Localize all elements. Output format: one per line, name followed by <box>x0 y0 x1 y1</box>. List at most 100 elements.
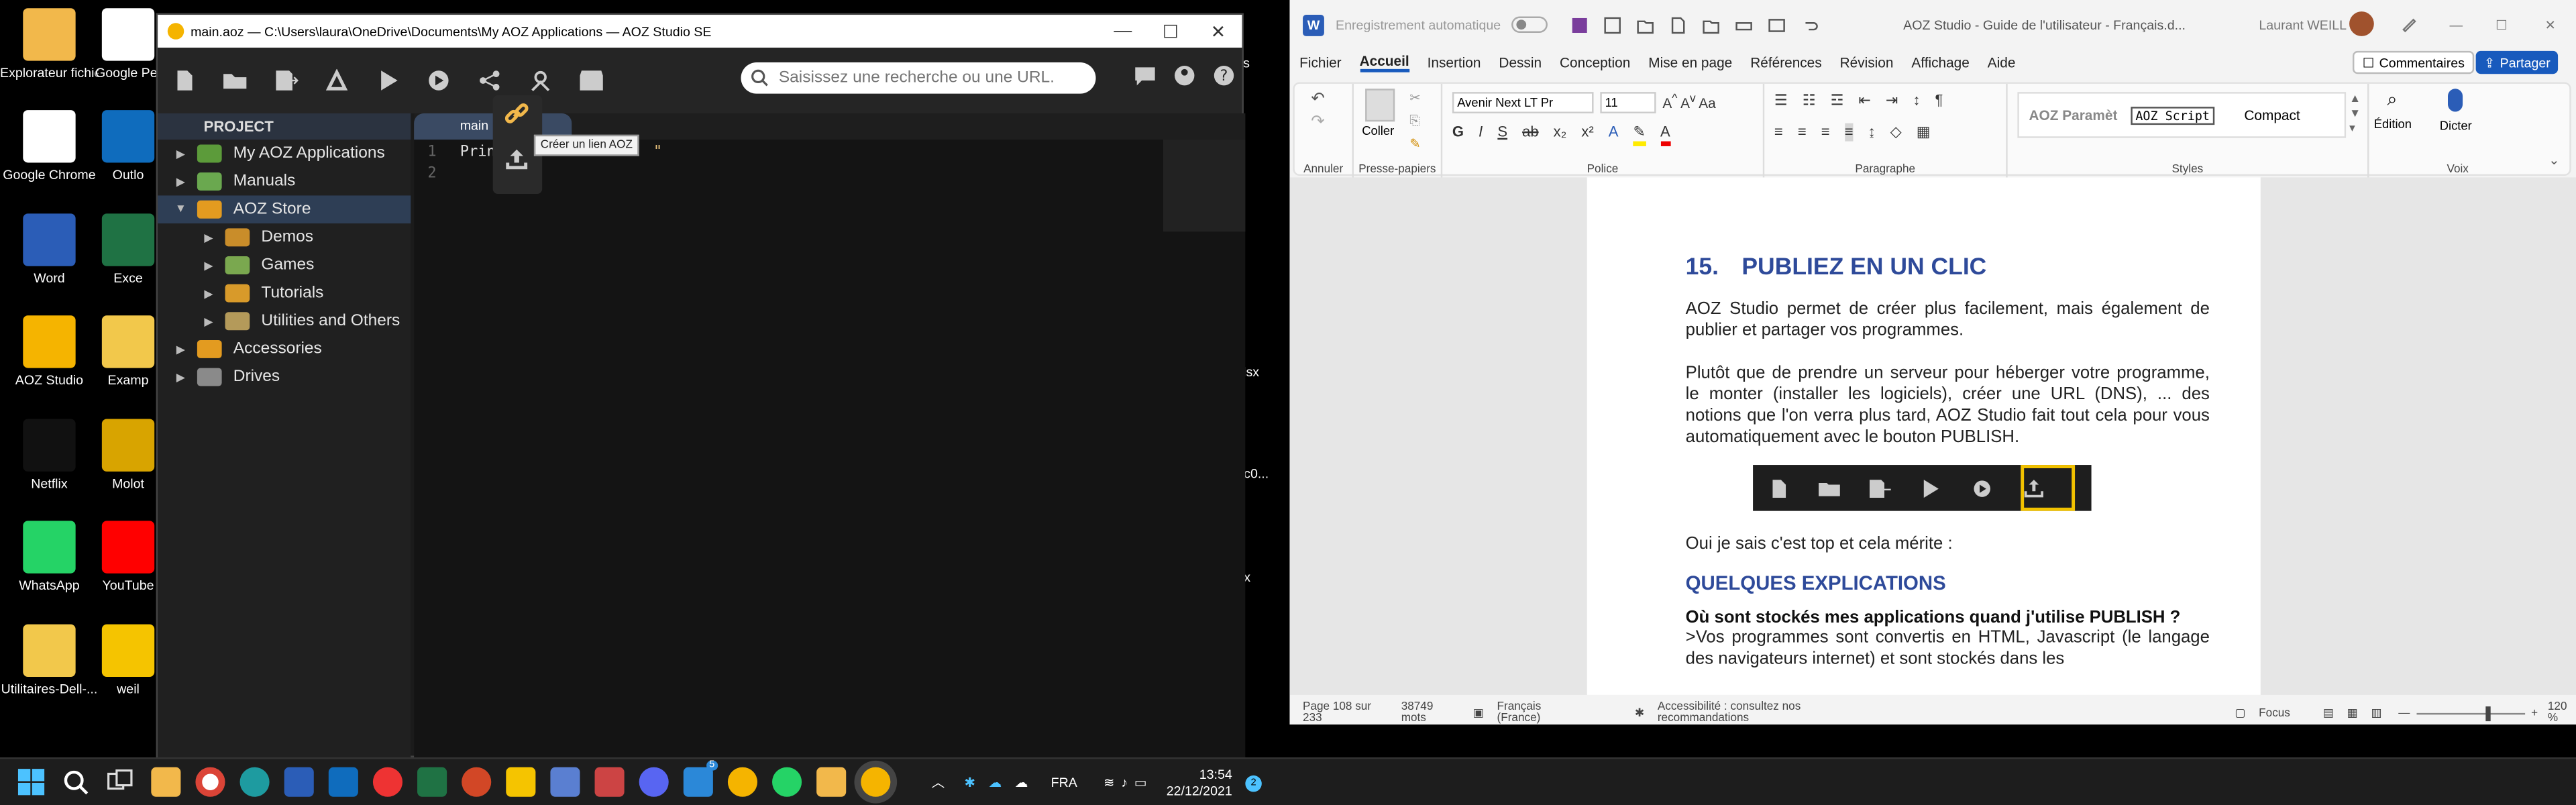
desktop-icon[interactable]: Word <box>0 213 99 287</box>
accessibility-status[interactable]: Accessibilité : consultez nos recommanda… <box>1658 702 1864 724</box>
tree-item[interactable]: ▶ My AOZ Applications <box>158 140 411 168</box>
taskbar-word-icon[interactable] <box>284 767 314 797</box>
web-layout-icon[interactable]: ▥ <box>2371 706 2381 720</box>
taskbar-discord-icon[interactable] <box>639 767 669 797</box>
user-icon[interactable] <box>1173 64 1196 87</box>
multilevel-button[interactable]: ☲ <box>1831 92 1844 110</box>
tree-item[interactable]: ▶ Games <box>158 252 411 280</box>
desktop-icon[interactable]: AOZ Studio <box>0 315 99 389</box>
open-folder-button[interactable] <box>209 48 260 113</box>
line-spacing-button[interactable]: ↨ <box>1868 123 1876 142</box>
search-icon[interactable]: ⌕ <box>2387 91 2397 112</box>
close-button[interactable]: ✕ <box>2545 17 2556 32</box>
desktop-icon[interactable]: Google Chrome <box>0 110 99 184</box>
borders-button[interactable]: ▦ <box>1917 123 1931 142</box>
underline-button[interactable]: S <box>1497 123 1507 146</box>
chevron-down-icon[interactable]: ▼ <box>171 204 191 215</box>
maximize-button[interactable]: ☐ <box>1146 15 1194 48</box>
chevron-right-icon[interactable]: ▶ <box>171 343 191 356</box>
open-icon[interactable] <box>1635 15 1654 34</box>
copy-icon[interactable]: ⎘ <box>1409 113 1420 129</box>
font-size-buttons[interactable]: A^ Av Aa <box>1662 92 1715 111</box>
tab-insertion[interactable]: Insertion <box>1428 54 1481 70</box>
tab-accueil[interactable]: Accueil <box>1359 52 1409 72</box>
taskbar-explorer-icon[interactable] <box>151 767 181 797</box>
justify-button[interactable]: ≡ <box>1844 123 1854 142</box>
desktop-icon[interactable]: WhatsApp <box>0 521 99 594</box>
paste-icon[interactable] <box>1365 89 1395 122</box>
avatar[interactable] <box>2349 11 2374 36</box>
style-aoz-script[interactable]: AOZ Script <box>2131 105 2215 124</box>
wifi-icon[interactable]: ≋ <box>1104 775 1114 790</box>
proofing-icon[interactable]: ▣ <box>1473 706 1484 720</box>
taskbar-edge-icon[interactable] <box>239 767 270 797</box>
subscript-button[interactable]: x₂ <box>1554 123 1567 146</box>
build-button[interactable] <box>311 48 362 113</box>
zoom-out-button[interactable]: — <box>2398 707 2410 718</box>
superscript-button[interactable]: x² <box>1581 123 1593 146</box>
strike-button[interactable]: ab <box>1522 123 1539 146</box>
chevron-right-icon[interactable]: ▶ <box>199 259 218 272</box>
edition-button[interactable]: Édition <box>2374 117 2412 131</box>
store-button[interactable] <box>565 48 616 113</box>
show-marks-button[interactable]: ¶ <box>1935 92 1943 110</box>
taskbar-file-icon[interactable] <box>506 767 536 797</box>
picture-icon[interactable] <box>1767 15 1785 34</box>
minimize-button[interactable]: — <box>1099 15 1146 48</box>
accessibility-icon[interactable]: ✱ <box>1635 706 1644 720</box>
taskbar-chrome-icon[interactable] <box>195 767 225 797</box>
search-input[interactable] <box>778 68 1075 87</box>
taskbar-snip-icon[interactable] <box>594 767 625 797</box>
desktop-icon[interactable]: YouTube <box>95 521 161 594</box>
tree-item[interactable]: ▶ Manuals <box>158 168 411 196</box>
bullets-button[interactable]: ☰ <box>1774 92 1788 110</box>
style-aoz-parametre[interactable]: AOZ Paramèt <box>2029 107 2118 123</box>
microphone-icon[interactable] <box>2448 89 2463 112</box>
save-as-button[interactable] <box>260 48 311 113</box>
clock[interactable]: 13:54 22/12/2021 <box>1167 766 1232 799</box>
pen-icon[interactable] <box>2400 15 2418 33</box>
desktop-icon[interactable]: Google Perso <box>95 8 161 82</box>
font-name-select[interactable]: Avenir Next LT Pr <box>1452 92 1594 113</box>
minimap[interactable] <box>1163 140 1246 232</box>
cloud-icon[interactable]: ☁ <box>1015 775 1028 790</box>
tree-item[interactable]: ▶ Drives <box>158 363 411 391</box>
tab-conception[interactable]: Conception <box>1560 54 1630 70</box>
paste-button[interactable]: Coller <box>1362 123 1394 138</box>
tab-fichier[interactable]: Fichier <box>1299 54 1341 70</box>
aoz-titlebar[interactable]: main.aoz — C:\Users\laura\OneDrive\Docum… <box>158 15 1242 48</box>
chevron-right-icon[interactable]: ▶ <box>199 286 218 300</box>
tree-item[interactable]: ▶ Tutorials <box>158 279 411 307</box>
format-painter-icon[interactable]: ✎ <box>1409 136 1420 151</box>
align-left-button[interactable]: ≡ <box>1774 123 1783 142</box>
desktop-icon[interactable]: Exce <box>95 213 161 287</box>
taskbar-folder-icon[interactable] <box>816 767 847 797</box>
style-compact[interactable]: Compact <box>2244 107 2300 123</box>
taskbar-aoz-icon[interactable] <box>727 767 757 797</box>
language-status[interactable]: Français (France) <box>1497 702 1576 724</box>
document-page[interactable]: 15. PUBLIEZ EN UN CLIC AOZ Studio permet … <box>1587 177 2261 695</box>
tab-révision[interactable]: Révision <box>1840 54 1894 70</box>
highlight-button[interactable]: ✎ <box>1633 123 1646 146</box>
desktop-icon[interactable]: Netflix <box>0 419 99 492</box>
onedrive-icon[interactable]: ☁ <box>989 775 1002 790</box>
shading-button[interactable]: ◇ <box>1890 123 1902 142</box>
page-counter[interactable]: Page 108 sur 233 <box>1303 702 1381 724</box>
text-effects-button[interactable]: A <box>1609 123 1619 146</box>
chat-icon[interactable] <box>1134 64 1157 87</box>
minimize-button[interactable]: — <box>2449 17 2463 32</box>
zoom-slider[interactable] <box>2416 705 2525 720</box>
taskbar-mail-icon[interactable]: 5 <box>683 760 718 797</box>
chevron-right-icon[interactable]: ▶ <box>171 147 191 160</box>
tab-aide[interactable]: Aide <box>1988 54 2016 70</box>
comments-button[interactable]: ☐ Commentaires <box>2352 50 2475 74</box>
desktop-icon[interactable]: Explorateur fichiers <box>0 8 99 82</box>
word-titlebar[interactable]: W Enregistrement automatique AOZ Studio … <box>1289 0 2576 49</box>
autosave-toggle[interactable] <box>1510 16 1547 33</box>
run-in-browser-button[interactable] <box>413 48 464 113</box>
tab-dessin[interactable]: Dessin <box>1499 54 1542 70</box>
tab-affichage[interactable]: Affichage <box>1911 54 1969 70</box>
taskbar-aoz-active-icon[interactable] <box>861 767 891 797</box>
font-color-button[interactable]: A <box>1660 123 1670 146</box>
styles-scroll[interactable]: ▲ ▼ ▾ <box>2349 92 2361 136</box>
